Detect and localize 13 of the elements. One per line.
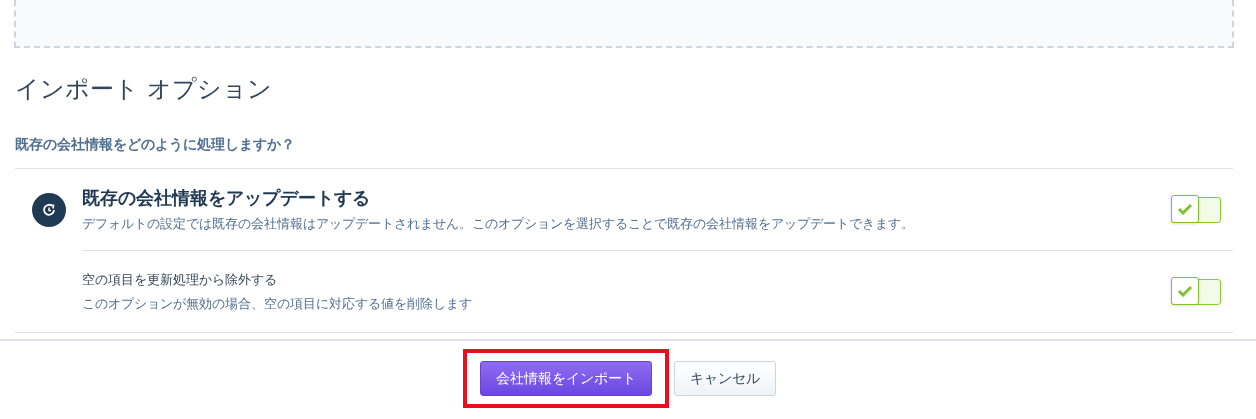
refresh-icon: [31, 192, 66, 227]
section-title: インポート オプション: [15, 74, 273, 104]
option-description: デフォルトの設定では既存の会社情報はアップデートされません。このオプションを選択することで既存の会社情報をアップデートできます。: [82, 216, 915, 233]
check-icon: [1177, 284, 1193, 297]
option-description: このオプションが無効の場合、空の項目に対応する値を削除します: [82, 294, 473, 313]
option-title: 既存の会社情報をアップデートする: [82, 186, 371, 210]
cancel-button[interactable]: キャンセル: [674, 361, 776, 396]
question-label: 既存の会社情報をどのように処理しますか？: [15, 136, 296, 154]
checkbox[interactable]: [1171, 194, 1199, 223]
checkbox[interactable]: [1171, 276, 1199, 305]
import-button[interactable]: 会社情報をインポート: [480, 361, 652, 396]
option-title: 空の項目を更新処理から除外する: [82, 270, 278, 289]
check-icon: [1177, 202, 1193, 215]
